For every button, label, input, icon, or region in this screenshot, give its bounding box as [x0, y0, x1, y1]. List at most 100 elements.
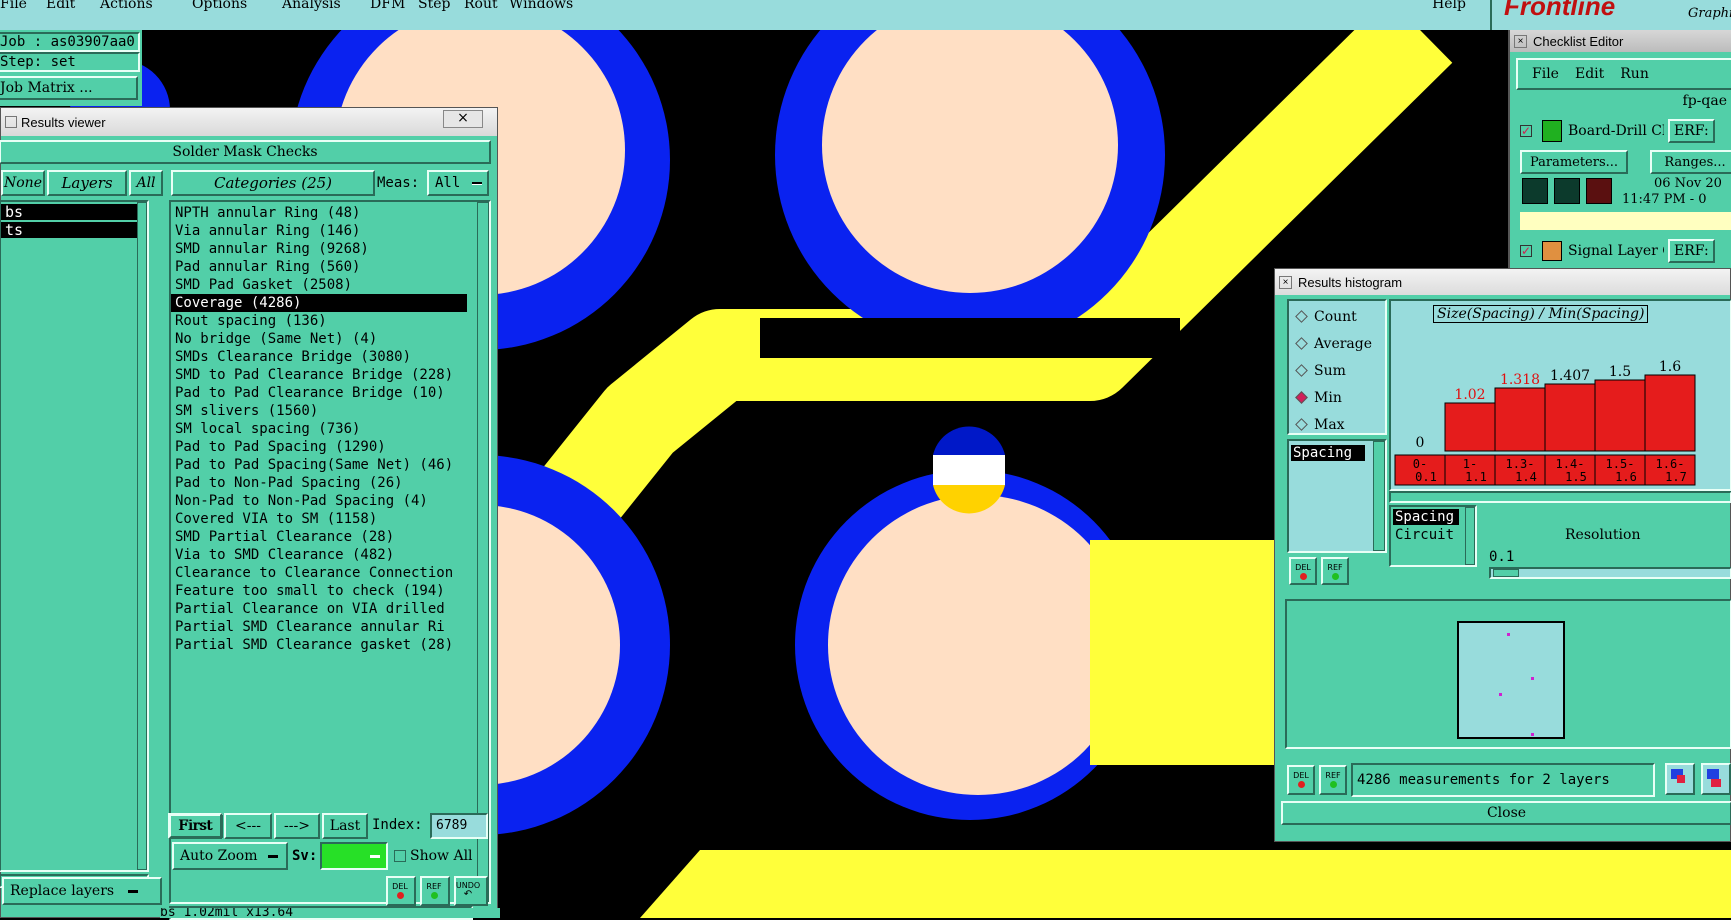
- checkbox-icon[interactable]: ✓: [1520, 125, 1532, 137]
- categories-scrollbar[interactable]: [477, 202, 489, 902]
- menu-rout[interactable]: Rout: [464, 0, 509, 12]
- category-item[interactable]: Feature too small to check (194): [171, 582, 467, 600]
- category-item[interactable]: SMD annular Ring (9268): [171, 240, 467, 258]
- undo-button[interactable]: UNDO ↶: [454, 876, 488, 906]
- spacing-item[interactable]: Spacing: [1393, 509, 1459, 525]
- layer-item[interactable]: bs: [1, 204, 141, 220]
- hist-ref-button-2[interactable]: REF: [1319, 765, 1347, 795]
- del-button[interactable]: DEL: [386, 876, 416, 906]
- menu-options[interactable]: Options: [192, 0, 282, 12]
- option-sum[interactable]: Sum: [1289, 357, 1385, 384]
- category-item[interactable]: Partial SMD Clearance annular Ri: [171, 618, 467, 636]
- menu-windows[interactable]: Windows: [509, 0, 589, 12]
- erf-dropdown[interactable]: ERF:: [1668, 119, 1715, 143]
- last-button[interactable]: Last: [322, 813, 368, 839]
- categories-button[interactable]: Categories (25): [171, 170, 375, 196]
- category-item[interactable]: Covered VIA to SM (1158): [171, 510, 467, 528]
- auto-zoom-dropdown[interactable]: Auto Zoom: [172, 842, 288, 870]
- histogram-bar[interactable]: [1444, 402, 1496, 452]
- spacing-scrollbar[interactable]: [1465, 507, 1475, 565]
- option-average[interactable]: Average: [1289, 330, 1385, 357]
- hist-del-button[interactable]: DEL: [1289, 557, 1317, 585]
- menu-help[interactable]: Help: [1432, 0, 1466, 12]
- layers-button[interactable]: Layers: [47, 170, 127, 196]
- results-viewer-close-button[interactable]: ×: [443, 110, 483, 128]
- layers-list[interactable]: bs ts: [0, 200, 149, 872]
- category-item[interactable]: SMD Partial Clearance (28): [171, 528, 467, 546]
- category-item[interactable]: Pad to Pad Spacing(Same Net) (46): [171, 456, 467, 474]
- category-item[interactable]: Coverage (4286): [171, 294, 467, 312]
- none-button[interactable]: None: [1, 170, 45, 196]
- category-item[interactable]: SM local spacing (736): [171, 420, 467, 438]
- option-max[interactable]: Max: [1289, 411, 1385, 438]
- all-layers-button[interactable]: All: [129, 170, 163, 196]
- category-item[interactable]: SMD Pad Gasket (2508): [171, 276, 467, 294]
- category-item[interactable]: Partial SMD Clearance gasket (28): [171, 636, 467, 654]
- parameters-button[interactable]: Parameters...: [1520, 150, 1628, 174]
- prev-button[interactable]: <---: [224, 813, 272, 839]
- histogram-bar[interactable]: [1494, 387, 1546, 452]
- hist-ref-button[interactable]: REF: [1321, 557, 1349, 585]
- spacing-circuit-list[interactable]: Spacing Circuit: [1389, 505, 1477, 567]
- category-item[interactable]: NPTH annular Ring (48): [171, 204, 467, 222]
- checklist-menu-edit[interactable]: Edit: [1575, 66, 1604, 82]
- histogram-bar[interactable]: [1544, 383, 1596, 452]
- category-item[interactable]: SMD to Pad Clearance Bridge (228): [171, 366, 467, 384]
- close-icon[interactable]: ×: [1279, 275, 1292, 289]
- category-item[interactable]: Partial Clearance on VIA drilled: [171, 600, 467, 618]
- ref-button[interactable]: REF: [420, 876, 450, 906]
- ranges-button[interactable]: Ranges...: [1650, 150, 1731, 174]
- category-item[interactable]: Clearance to Clearance Connection: [171, 564, 467, 582]
- menu-edit[interactable]: Edit: [46, 0, 100, 12]
- run-icon[interactable]: [1522, 178, 1548, 204]
- first-button-row[interactable]: First: [168, 813, 222, 839]
- histogram-hscroll[interactable]: [1389, 491, 1731, 503]
- category-item[interactable]: Rout spacing (136): [171, 312, 467, 330]
- category-item[interactable]: Non-Pad to Non-Pad Spacing (4): [171, 492, 467, 510]
- option-count[interactable]: Count: [1289, 303, 1385, 330]
- sv-color-dropdown[interactable]: [320, 842, 388, 870]
- close-icon[interactable]: ×: [1514, 34, 1527, 48]
- measure-list[interactable]: Spacing: [1287, 439, 1387, 553]
- menu-actions[interactable]: Actions: [100, 0, 192, 12]
- category-item[interactable]: Via annular Ring (146): [171, 222, 467, 240]
- category-item[interactable]: Pad to Pad Spacing (1290): [171, 438, 467, 456]
- index-input[interactable]: 6789: [430, 813, 488, 839]
- checklist-item-2[interactable]: ✓ Signal Layer Ch ERF:: [1520, 236, 1731, 266]
- next-button[interactable]: --->: [274, 813, 320, 839]
- category-item[interactable]: SMDs Clearance Bridge (3080): [171, 348, 467, 366]
- menu-file[interactable]: File: [0, 0, 46, 12]
- hist-del-button-2[interactable]: DEL: [1287, 765, 1315, 795]
- replace-layers-dropdown[interactable]: Replace layers: [2, 877, 162, 905]
- category-item[interactable]: Pad to Non-Pad Spacing (26): [171, 474, 467, 492]
- categories-list[interactable]: NPTH annular Ring (48) Via annular Ring (…: [169, 200, 491, 904]
- show-all-checkbox[interactable]: Show All: [394, 848, 473, 864]
- meas-dropdown[interactable]: All: [427, 170, 489, 196]
- checklist-menu-file[interactable]: File: [1532, 66, 1559, 82]
- measure-scrollbar[interactable]: [1373, 441, 1385, 551]
- layers-scrollbar[interactable]: [137, 202, 147, 870]
- checklist-item-1[interactable]: ✓ Board-Drill Che ERF:: [1520, 116, 1731, 146]
- option-min[interactable]: Min: [1289, 384, 1385, 411]
- run-icon[interactable]: [1554, 178, 1580, 204]
- zoom-icon[interactable]: [1665, 763, 1695, 795]
- measure-item[interactable]: Spacing: [1291, 445, 1365, 461]
- circuit-item[interactable]: Circuit: [1393, 527, 1475, 543]
- erf-dropdown[interactable]: ERF:: [1668, 239, 1715, 263]
- checklist-menu-run[interactable]: Run: [1620, 66, 1649, 82]
- category-item[interactable]: Via to SMD Clearance (482): [171, 546, 467, 564]
- category-item[interactable]: SM slivers (1560): [171, 402, 467, 420]
- resolution-slider[interactable]: [1489, 567, 1731, 579]
- category-item[interactable]: No bridge (Same Net) (4): [171, 330, 467, 348]
- category-item[interactable]: Pad annular Ring (560): [171, 258, 467, 276]
- category-item[interactable]: Pad to Pad Clearance Bridge (10): [171, 384, 467, 402]
- histogram-close-button[interactable]: Close: [1281, 801, 1731, 825]
- menu-step[interactable]: Step: [418, 0, 464, 12]
- job-matrix-button[interactable]: Job Matrix ...: [0, 76, 138, 100]
- menu-dfm[interactable]: DFM: [370, 0, 418, 12]
- menu-analysis[interactable]: Analysis: [282, 0, 370, 12]
- zoom-out-icon[interactable]: [1701, 763, 1731, 795]
- histogram-bar[interactable]: [1644, 374, 1696, 452]
- histogram-bar[interactable]: [1594, 379, 1646, 452]
- checkbox-icon[interactable]: ✓: [1520, 245, 1532, 257]
